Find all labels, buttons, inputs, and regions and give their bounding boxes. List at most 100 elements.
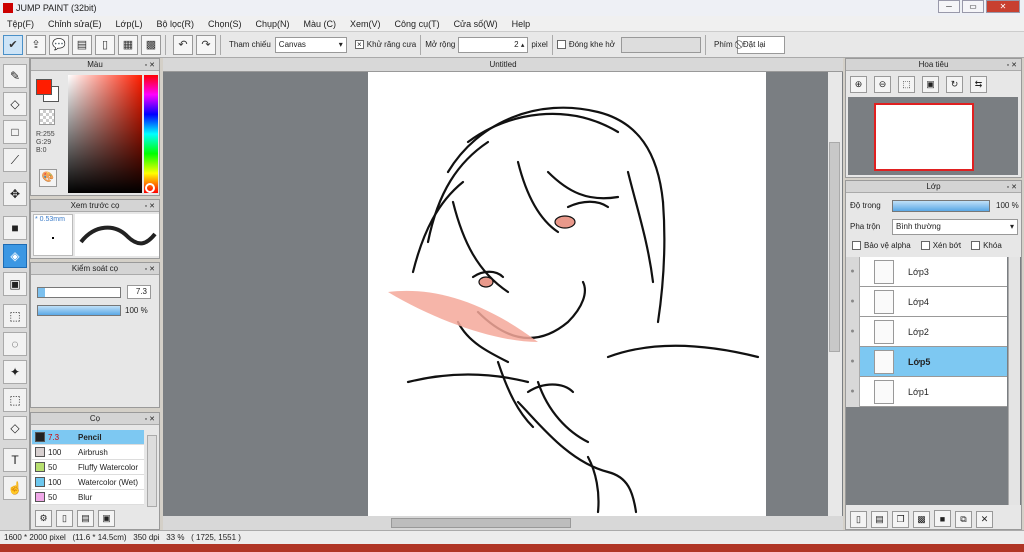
hand-tool-icon[interactable]: ☝ [3, 476, 27, 500]
rect-select-tool-icon[interactable]: ⬚ [3, 304, 27, 328]
lasso-tool-icon[interactable]: ◌ [3, 332, 27, 356]
hue-slider[interactable] [144, 75, 158, 193]
new-brush-icon[interactable]: ▯ [56, 510, 73, 527]
brush-opacity-slider[interactable] [37, 305, 121, 316]
foreground-color-swatch[interactable] [36, 79, 52, 95]
menu-edit[interactable]: Chỉnh sửa(E) [41, 19, 109, 29]
menu-color[interactable]: Màu (C) [297, 19, 344, 29]
brush-tool-icon[interactable]: ✎ [3, 64, 27, 88]
text-tool-icon[interactable]: T [3, 448, 27, 472]
vertical-scroll-thumb[interactable] [829, 142, 840, 352]
redo-icon[interactable]: ↷ [196, 34, 216, 55]
clip-checkbox[interactable]: Xén bớt [920, 241, 961, 251]
move-tool-icon[interactable]: ✥ [3, 182, 27, 206]
panel-controls-icon[interactable]: ▫✕ [145, 414, 157, 425]
panel-controls-icon[interactable]: ▫✕ [1007, 182, 1019, 193]
panel-controls-icon[interactable]: ▫✕ [145, 60, 157, 71]
brush-item-watercolor-wet[interactable]: 100 Watercolor (Wet) [32, 475, 144, 490]
folder-icon[interactable]: ■ [934, 510, 951, 527]
menu-capture[interactable]: Chụp(N) [249, 19, 297, 29]
fill-shape-tool-icon[interactable]: ■ [3, 216, 27, 240]
duplicate-layer-icon[interactable]: ❐ [892, 510, 909, 528]
new-layer-icon[interactable]: ▯ [850, 510, 867, 528]
close-button[interactable]: ✕ [986, 0, 1020, 13]
brush-menu-icon[interactable]: ▤ [77, 510, 94, 527]
minimize-button[interactable]: ─ [938, 0, 960, 13]
menu-tools[interactable]: Công cụ(T) [388, 19, 447, 29]
check-icon[interactable]: ✔ [3, 34, 23, 55]
actual-size-icon[interactable]: ▣ [922, 76, 939, 93]
delete-layer-icon[interactable]: ✕ [976, 510, 993, 528]
rectangle-tool-icon[interactable]: □ [3, 120, 27, 144]
panel-controls-icon[interactable]: ▫✕ [145, 201, 157, 212]
menu-window[interactable]: Cửa số(W) [447, 19, 505, 29]
brush-item-fluffy-watercolor[interactable]: 50 Fluffy Watercolor [32, 460, 144, 475]
eraser-tool-icon[interactable]: ◇ [3, 92, 27, 116]
flip-icon[interactable]: ⇆ [970, 76, 987, 93]
panel-controls-icon[interactable]: ▫✕ [1007, 60, 1019, 71]
brush-size-input[interactable]: 7.3 [127, 285, 151, 299]
menu-select[interactable]: Chọn(S) [201, 19, 249, 29]
blend-mode-select[interactable]: Bình thường ▾ [892, 219, 1018, 235]
magic-wand-tool-icon[interactable]: ✦ [3, 360, 27, 384]
close-gap-checkbox[interactable]: Đóng khe hở [556, 40, 615, 50]
undo-icon[interactable]: ↶ [173, 34, 193, 55]
eye-icon[interactable]: ● [846, 286, 860, 317]
layer-row[interactable]: ● Lớp1 [846, 376, 1007, 407]
lock-checkbox[interactable]: Khóa [971, 241, 1002, 251]
antialias-checkbox[interactable]: × Khử răng cưa [354, 40, 416, 50]
speech-bubble-icon[interactable]: 💬 [49, 34, 69, 55]
zoom-out-icon[interactable]: ⊖ [874, 76, 891, 93]
tone-layer-icon[interactable]: ▩ [913, 510, 930, 528]
new-layer-folder-icon[interactable]: ▤ [871, 510, 888, 528]
menu-file[interactable]: Tệp(F) [0, 19, 41, 29]
eye-icon[interactable]: ● [846, 316, 860, 347]
eye-icon[interactable]: ● [846, 256, 860, 287]
canvas-vertical-scrollbar[interactable] [828, 72, 842, 516]
layer-opacity-slider[interactable] [892, 200, 990, 212]
panel-controls-icon[interactable]: ▫✕ [145, 264, 157, 275]
layer-row[interactable]: ● Lớp2 [846, 316, 1007, 347]
canvas-paper[interactable] [368, 72, 766, 516]
brush-list-scrollbar[interactable] [147, 435, 157, 507]
zoom-in-icon[interactable]: ⊕ [850, 76, 867, 93]
page-icon[interactable]: ▯ [95, 34, 115, 55]
export-icon[interactable]: ⇪ [26, 34, 46, 55]
gap-slider[interactable] [620, 36, 701, 53]
horizontal-scroll-thumb[interactable] [391, 518, 571, 528]
navigator-viewport[interactable] [874, 103, 974, 171]
layout-icon[interactable]: ▩ [141, 34, 161, 55]
document-tab[interactable]: Untitled [163, 58, 843, 72]
layer-row[interactable]: ● Lớp3 [846, 256, 1007, 287]
brush-item-blur[interactable]: 50 Blur [32, 490, 144, 505]
select-pen-tool-icon[interactable]: ⬚ [3, 388, 27, 412]
palette-icon[interactable]: 🎨 [39, 169, 57, 187]
line-tool-icon[interactable]: ⟋ [3, 148, 27, 172]
brush-settings-icon[interactable]: ⚙ [35, 510, 52, 527]
protect-alpha-checkbox[interactable]: Bảo vệ alpha [852, 241, 911, 251]
text-box-icon[interactable]: ▤ [72, 34, 92, 55]
grid-icon[interactable]: ▦ [118, 34, 138, 55]
eye-icon[interactable]: ● [846, 376, 860, 407]
reset-button[interactable]: ⃠ Đặt lại [736, 35, 785, 54]
reference-select[interactable]: Canvas ▾ [274, 36, 347, 53]
transparent-color-swatch[interactable] [39, 109, 55, 125]
layer-row-selected[interactable]: ● Lớp5 [846, 346, 1007, 377]
select-eraser-tool-icon[interactable]: ◇ [3, 416, 27, 440]
merge-down-icon[interactable]: ⧉ [955, 510, 972, 528]
gradient-tool-icon[interactable]: ▣ [3, 272, 27, 296]
hue-handle[interactable] [145, 183, 155, 193]
layer-list-scrollbar[interactable] [1008, 257, 1020, 505]
brush-size-slider[interactable] [37, 287, 121, 298]
fit-view-icon[interactable]: ⬚ [898, 76, 915, 93]
brush-item-pencil[interactable]: 7.3 Pencil [32, 430, 144, 445]
eye-icon[interactable]: ● [846, 346, 860, 377]
brush-item-airbrush[interactable]: 100 Airbrush [32, 445, 144, 460]
maximize-button[interactable]: ▭ [962, 0, 984, 13]
menu-filter[interactable]: Bộ lọc(R) [149, 19, 201, 29]
color-picker-field[interactable] [68, 75, 142, 193]
layer-row[interactable]: ● Lớp4 [846, 286, 1007, 317]
menu-view[interactable]: Xem(V) [343, 19, 388, 29]
canvas-horizontal-scrollbar[interactable] [163, 516, 843, 530]
menu-help[interactable]: Help [505, 19, 538, 29]
